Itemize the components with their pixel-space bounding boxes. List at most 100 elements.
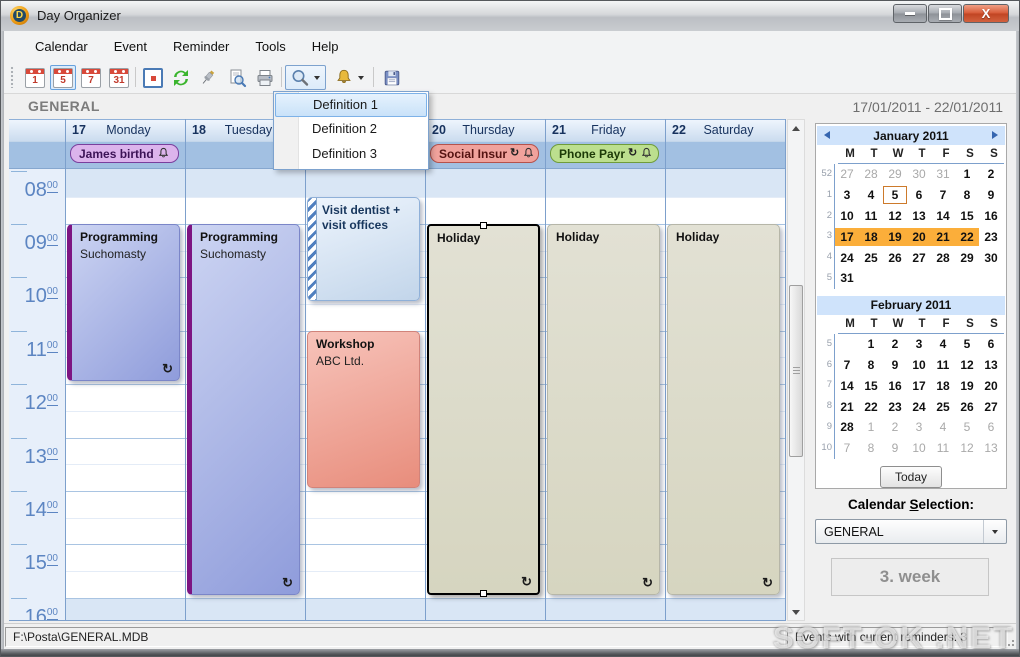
mini-calendar-day[interactable]: 19 [955, 377, 979, 395]
mini-calendar-day[interactable]: 21 [835, 398, 859, 416]
title-bar[interactable]: D Day Organizer X [1, 1, 1019, 32]
mini-calendar-day[interactable]: 17 [907, 377, 931, 395]
mini-calendar-day[interactable]: 18 [931, 377, 955, 395]
mini-calendar-day[interactable]: 13 [907, 207, 931, 225]
mini-calendar-day[interactable]: 6 [979, 335, 1003, 353]
event-holiday[interactable]: Holiday↻ [427, 224, 540, 595]
mini-calendar-day[interactable]: 7 [835, 439, 859, 457]
mini-calendar-day[interactable]: 12 [955, 356, 979, 374]
mini-calendar-day[interactable]: 21 [931, 228, 955, 246]
mini-calendar-day[interactable]: 3 [907, 418, 931, 436]
day-header-thursday[interactable]: 20Thursday [425, 120, 545, 140]
scroll-down-button[interactable] [788, 604, 804, 620]
next-month-arrow-icon[interactable] [992, 131, 998, 139]
mini-calendar-day[interactable]: 19 [883, 228, 907, 246]
mini-calendar-day[interactable]: 7 [931, 186, 955, 204]
mini-calendar-day[interactable]: 7 [835, 356, 859, 374]
event-workshop[interactable]: WorkshopABC Ltd. [307, 331, 420, 488]
mini-calendar-day[interactable]: 15 [859, 377, 883, 395]
mini-calendar-day[interactable]: 14 [931, 207, 955, 225]
mini-calendar-day[interactable]: 11 [859, 207, 883, 225]
reminders-button[interactable] [329, 65, 370, 90]
reminders-dropdown-caret[interactable] [358, 76, 364, 80]
scrollbar-thumb[interactable] [789, 285, 803, 457]
mini-calendar-day[interactable]: 30 [979, 249, 1003, 267]
mini-calendar-day[interactable]: 22 [955, 228, 979, 246]
menu-item-help[interactable]: Help [299, 35, 352, 58]
close-button[interactable]: X [963, 4, 1009, 23]
combobox-arrow[interactable] [983, 520, 1006, 543]
dropdown-item-definition-2[interactable]: Definition 2 [274, 117, 428, 142]
mini-calendar-day[interactable]: 20 [979, 377, 1003, 395]
today-button[interactable]: Today [880, 466, 942, 488]
zoom-definitions-button[interactable] [285, 65, 326, 90]
mini-calendar-day[interactable]: 14 [835, 377, 859, 395]
event-programming[interactable]: ProgrammingSuchomasty↻ [67, 224, 180, 381]
mini-calendar-day[interactable]: 9 [883, 356, 907, 374]
all-day-event-green[interactable]: Phone Payr↻ [550, 144, 659, 163]
mini-calendar-day[interactable]: 10 [835, 207, 859, 225]
mini-calendar-day[interactable]: 1 [859, 335, 883, 353]
view-1-days-button[interactable]: 1 [22, 65, 48, 90]
mini-calendar-day[interactable]: 6 [979, 418, 1003, 436]
print-button[interactable] [252, 65, 278, 90]
mini-calendar-day[interactable]: 16 [979, 207, 1003, 225]
mini-calendar-day[interactable]: 22 [859, 398, 883, 416]
mini-calendar-day[interactable]: 16 [883, 377, 907, 395]
mini-calendar-day[interactable]: 12 [955, 439, 979, 457]
save-button[interactable] [379, 65, 405, 90]
menu-item-calendar[interactable]: Calendar [22, 35, 101, 58]
mini-calendar-day[interactable]: 25 [859, 249, 883, 267]
event-holiday[interactable]: Holiday↻ [667, 224, 780, 595]
mini-calendar-day[interactable]: 1 [955, 165, 979, 183]
mini-calendar-day[interactable]: 23 [979, 228, 1003, 246]
mini-calendar-day[interactable]: 8 [859, 439, 883, 457]
menu-item-reminder[interactable]: Reminder [160, 35, 242, 58]
mini-calendar-day[interactable]: 3 [835, 186, 859, 204]
mini-calendar-day[interactable]: 29 [955, 249, 979, 267]
dropdown-item-definition-3[interactable]: Definition 3 [274, 142, 428, 167]
mini-calendar-day[interactable]: 31 [931, 165, 955, 183]
day-header-friday[interactable]: 21Friday [545, 120, 665, 140]
mini-calendar-day[interactable]: 26 [955, 398, 979, 416]
view-7-days-button[interactable]: 7 [78, 65, 104, 90]
mini-calendar-day[interactable]: 30 [907, 165, 931, 183]
mini-calendar-day[interactable]: 20 [907, 228, 931, 246]
scroll-up-button[interactable] [788, 120, 804, 136]
calendar-selection-combobox[interactable]: GENERAL [815, 519, 1007, 544]
mini-calendar-day[interactable]: 27 [835, 165, 859, 183]
mini-calendar-day[interactable]: 28 [931, 249, 955, 267]
all-day-event-red[interactable]: Social Insur↻ [430, 144, 539, 163]
mini-calendar-day[interactable]: 25 [931, 398, 955, 416]
mini-calendar-day[interactable]: 28 [859, 165, 883, 183]
mini-calendar-day[interactable]: 8 [955, 186, 979, 204]
event-programming[interactable]: ProgrammingSuchomasty↻ [187, 224, 300, 595]
mini-calendar-day[interactable]: 13 [979, 356, 1003, 374]
menu-item-event[interactable]: Event [101, 35, 160, 58]
view-31-days-button[interactable]: 31 [106, 65, 132, 90]
mini-calendar-day[interactable]: 4 [859, 186, 883, 204]
event-visit-dentist-visit-offices[interactable]: Visit dentist + visit offices [307, 197, 420, 301]
grid-scrollbar[interactable] [787, 119, 805, 621]
print-preview-button[interactable] [224, 65, 250, 90]
mini-calendar-day[interactable]: 26 [883, 249, 907, 267]
mini-calendar-day[interactable]: 27 [907, 249, 931, 267]
mini-calendar-day[interactable] [835, 335, 859, 353]
mini-calendar-day[interactable]: 2 [883, 418, 907, 436]
mini-calendar-day[interactable]: 8 [859, 356, 883, 374]
mini-calendar-day[interactable]: 27 [979, 398, 1003, 416]
mini-calendar-day[interactable]: 13 [979, 439, 1003, 457]
resize-handle-top[interactable] [480, 222, 487, 229]
toolbar-grip[interactable] [10, 66, 14, 88]
all-day-event-purple[interactable]: James birthd [70, 144, 179, 163]
mini-calendar-day[interactable]: 11 [931, 356, 955, 374]
goto-date-button[interactable] [140, 65, 166, 90]
minimize-button[interactable] [893, 4, 927, 23]
mini-calendar-day[interactable]: 2 [979, 165, 1003, 183]
mini-calendar-day[interactable]: 1 [859, 418, 883, 436]
mini-calendar-day[interactable]: 15 [955, 207, 979, 225]
mini-calendar-day[interactable]: 4 [931, 335, 955, 353]
mini-calendar-day[interactable]: 29 [883, 165, 907, 183]
prev-month-arrow-icon[interactable] [824, 131, 830, 139]
mini-calendar-day[interactable]: 24 [907, 398, 931, 416]
